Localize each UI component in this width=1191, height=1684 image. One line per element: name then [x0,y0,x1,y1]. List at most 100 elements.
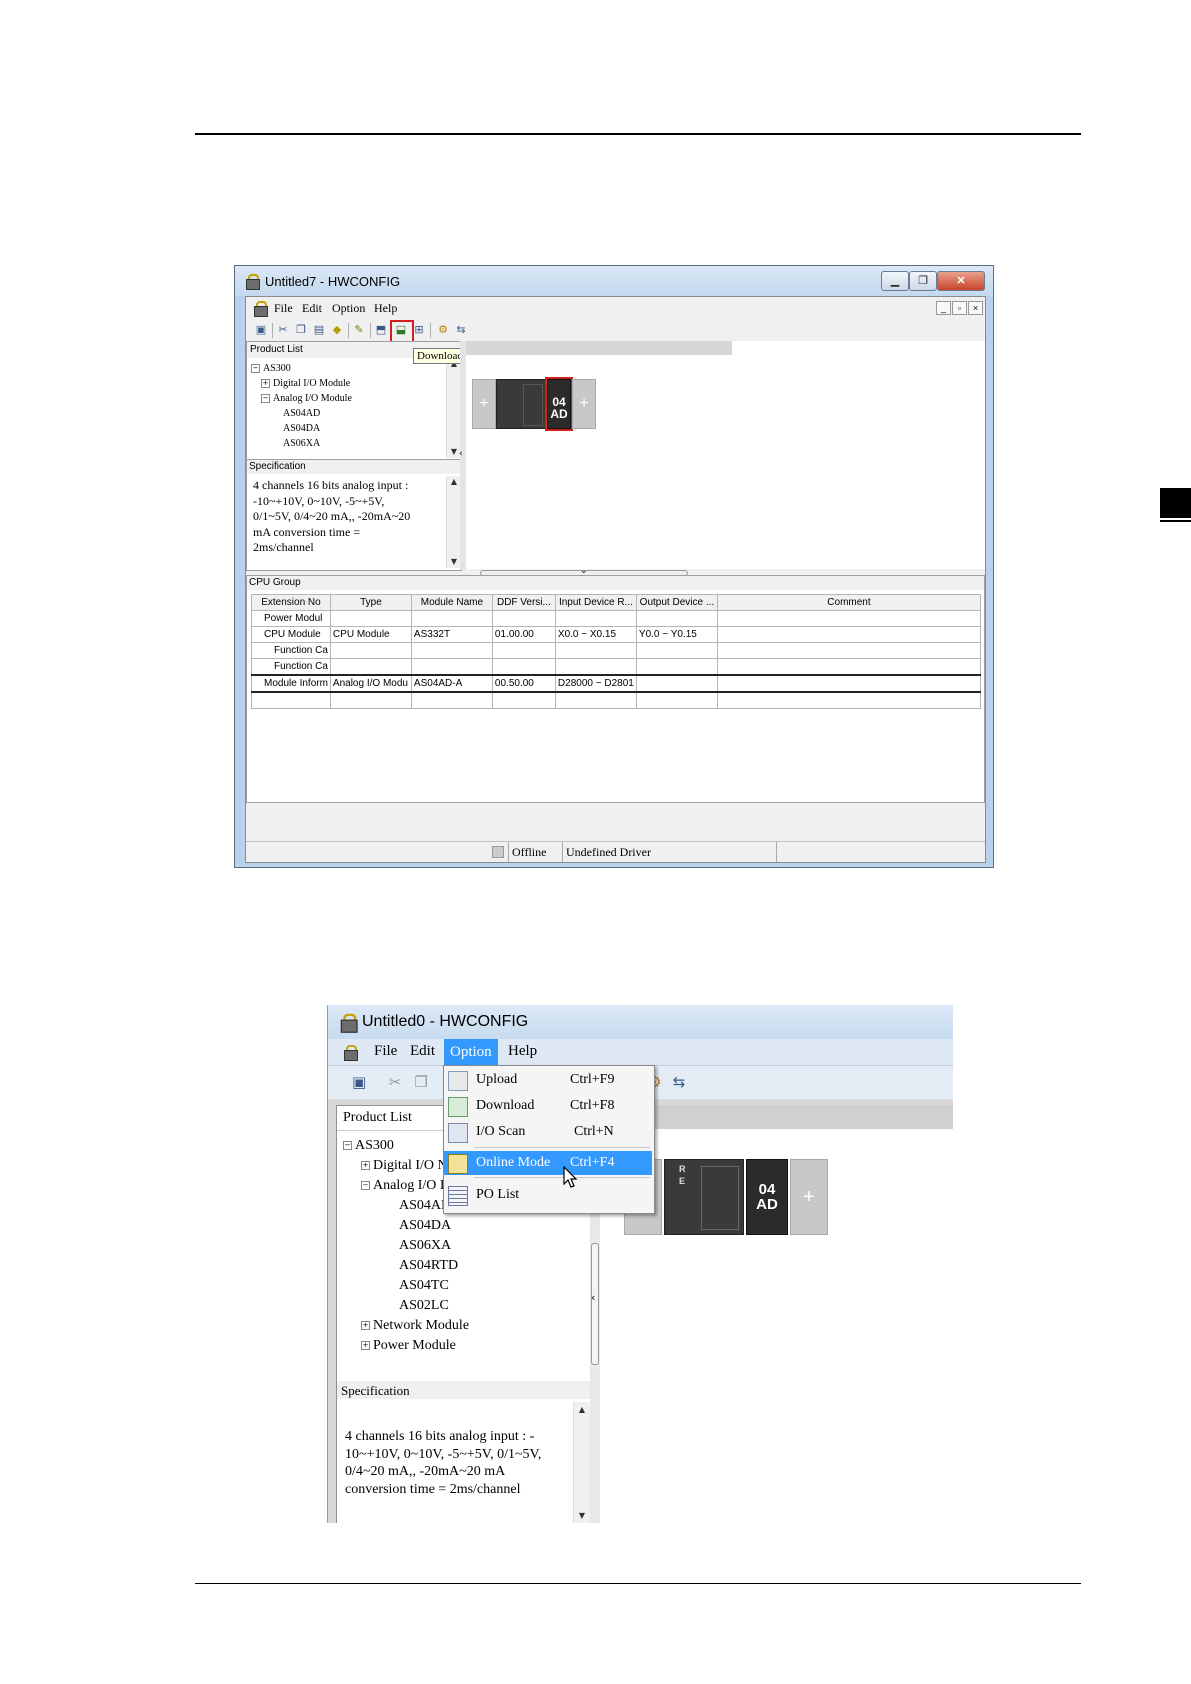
sync-icon[interactable]: ⇆ [672,1075,686,1090]
menu-item-online-mode[interactable]: Online Mode Ctrl+F4 [444,1151,652,1175]
tree-node-as04da[interactable]: AS04DA [399,1218,451,1234]
table-row[interactable]: Function Ca [251,658,982,676]
sync-icon[interactable]: ⇆ [454,323,468,337]
cpu-module[interactable]: R E [664,1159,744,1235]
table-row-selected[interactable]: Module Inform Analog I/O Modu AS04AD-A 00.5… [251,674,982,693]
tree-node-as06xa[interactable]: AS06XA [283,438,320,449]
save-icon[interactable]: ▣ [352,1075,366,1090]
rack-canvas: + 04 AD + ⌄ [466,341,985,576]
menu-file[interactable]: File [374,1043,397,1060]
tree-node-network-module[interactable]: + Network Module [361,1318,469,1334]
expand-icon[interactable]: + [361,1341,370,1351]
collapse-icon[interactable]: − [343,1141,352,1151]
menu-edit[interactable]: Edit [410,1043,435,1060]
specification-scrollbar[interactable]: ▲ ▼ [446,476,461,568]
tree-node-as02lc[interactable]: AS02LC [399,1298,449,1314]
cpu-module[interactable] [496,379,546,429]
tree-node-as04da[interactable]: AS04DA [283,423,320,434]
tree-node-analog-io[interactable]: − Analog I/O I [361,1178,445,1194]
tree-node-as04ad[interactable]: AS04AD [283,408,320,419]
tree-node-power-module[interactable]: + Power Module [361,1338,456,1354]
column-header[interactable]: Module Name [410,594,493,611]
tree-node-as06xa[interactable]: AS06XA [399,1238,451,1254]
collapse-icon[interactable]: − [361,1181,370,1191]
upload-icon [448,1071,468,1091]
tree-node-as04tc[interactable]: AS04TC [399,1278,449,1294]
menu-help[interactable]: Help [508,1043,537,1060]
column-header[interactable]: Input Device R... [554,594,637,611]
collapse-icon[interactable]: − [261,394,270,404]
cut-icon[interactable]: ✂ [276,323,290,337]
menu-edit[interactable]: Edit [302,301,322,316]
paste-icon[interactable]: ▤ [312,323,326,337]
cpu-group-panel: CPU Group Extension No Type Module Name … [246,575,985,803]
menu-item-io-scan[interactable]: I/O Scan Ctrl+N [444,1120,652,1144]
column-header[interactable]: Type [329,594,412,611]
mouse-pointer-icon [563,1166,578,1188]
analog-module-as04ad[interactable]: 04 AD [746,1159,788,1235]
close-button[interactable]: ✕ [937,271,985,291]
settings-icon[interactable]: ⚙ [436,323,450,337]
copy-icon[interactable]: ❐ [414,1075,428,1090]
menu-item-download[interactable]: Download Ctrl+F8 [444,1094,652,1118]
menu-item-upload[interactable]: Upload Ctrl+F9 [444,1068,652,1092]
expand-icon[interactable]: + [261,379,270,389]
menu-file[interactable]: File [274,301,293,316]
eraser-icon[interactable]: ◆ [330,323,344,337]
mdi-restore-button[interactable]: ▫ [952,301,967,315]
scroll-up-icon[interactable]: ▲ [447,476,461,488]
tree-node-as300[interactable]: − AS300 [251,363,291,374]
mdi-minimize-button[interactable]: _ [936,301,951,315]
collapse-panel-icon[interactable]: ‹ [459,449,463,459]
title-bar: Untitled7 - HWCONFIG ▁ ❐ ✕ [235,266,993,296]
mdi-close-button[interactable]: × [968,301,983,315]
document-icon [342,1044,358,1061]
table-row[interactable]: CPU Module CPU Module AS332T 01.00.00 X0.0 ~… [251,626,982,643]
column-header[interactable]: Output Device ... [635,594,718,611]
menu-option[interactable]: Option [444,1039,498,1065]
save-icon[interactable]: ▣ [254,323,268,337]
status-indicator-icon [492,846,504,858]
product-list-header: Product List [343,1110,412,1125]
upload-icon[interactable]: ⬒ [374,323,388,337]
tree-node-analog-io[interactable]: − Analog I/O Module [261,393,352,404]
expand-icon[interactable]: + [361,1321,370,1331]
column-header[interactable]: DDF Versi... [491,594,556,611]
tree-node-as04rtd[interactable]: AS04RTD [399,1258,458,1274]
menu-item-po-list[interactable]: PO List [444,1183,652,1207]
minimize-button[interactable]: ▁ [881,271,909,291]
option-dropdown-menu: Upload Ctrl+F9 Download Ctrl+F8 I/O Scan Ct… [443,1065,655,1214]
column-header[interactable]: Comment [716,594,982,611]
table-row[interactable]: Power Modul [251,610,982,627]
restore-button[interactable]: ❐ [909,271,937,291]
specification-scrollbar[interactable]: ▲ ▼ [573,1402,590,1523]
add-slot-left[interactable]: + [472,379,496,429]
table-row[interactable]: Function Ca [251,642,982,659]
hwconfig-app-icon [338,1012,358,1033]
status-driver: Undefined Driver [566,845,651,859]
add-slot-right[interactable]: + [572,379,596,429]
tree-node-as300[interactable]: − AS300 [343,1138,394,1154]
column-header[interactable]: Extension No [251,594,331,611]
analog-module-as04ad[interactable]: 04 AD [545,377,573,431]
collapse-icon[interactable]: − [251,364,260,374]
menu-option[interactable]: Option [332,301,365,316]
status-mode: Offline [512,845,547,859]
expand-icon[interactable]: + [361,1161,370,1171]
tree-node-digital-io[interactable]: + Digital I/O Module [261,378,350,389]
menu-help[interactable]: Help [374,301,397,316]
io-scan-icon[interactable]: ⊞ [412,323,426,337]
cut-icon[interactable]: ✂ [388,1075,402,1090]
collapse-panel-icon[interactable]: ‹ [591,1291,595,1304]
add-slot-right[interactable]: + [790,1159,828,1235]
scroll-up-icon[interactable]: ▲ [574,1404,590,1416]
chapter-tab-underline [1160,520,1191,522]
hwconfig-window-1: Untitled7 - HWCONFIG ▁ ❐ ✕ File Edit Opt… [234,265,994,868]
tree-node-digital-io[interactable]: + Digital I/O N [361,1158,448,1174]
scroll-down-icon[interactable]: ▼ [447,556,461,568]
online-mode-icon[interactable]: ✎ [352,323,366,337]
product-list-scrollbar[interactable]: ▲ ▼ [446,358,461,458]
scroll-down-icon[interactable]: ▼ [574,1510,590,1522]
table-row[interactable] [251,691,982,709]
copy-icon[interactable]: ❐ [294,323,308,337]
